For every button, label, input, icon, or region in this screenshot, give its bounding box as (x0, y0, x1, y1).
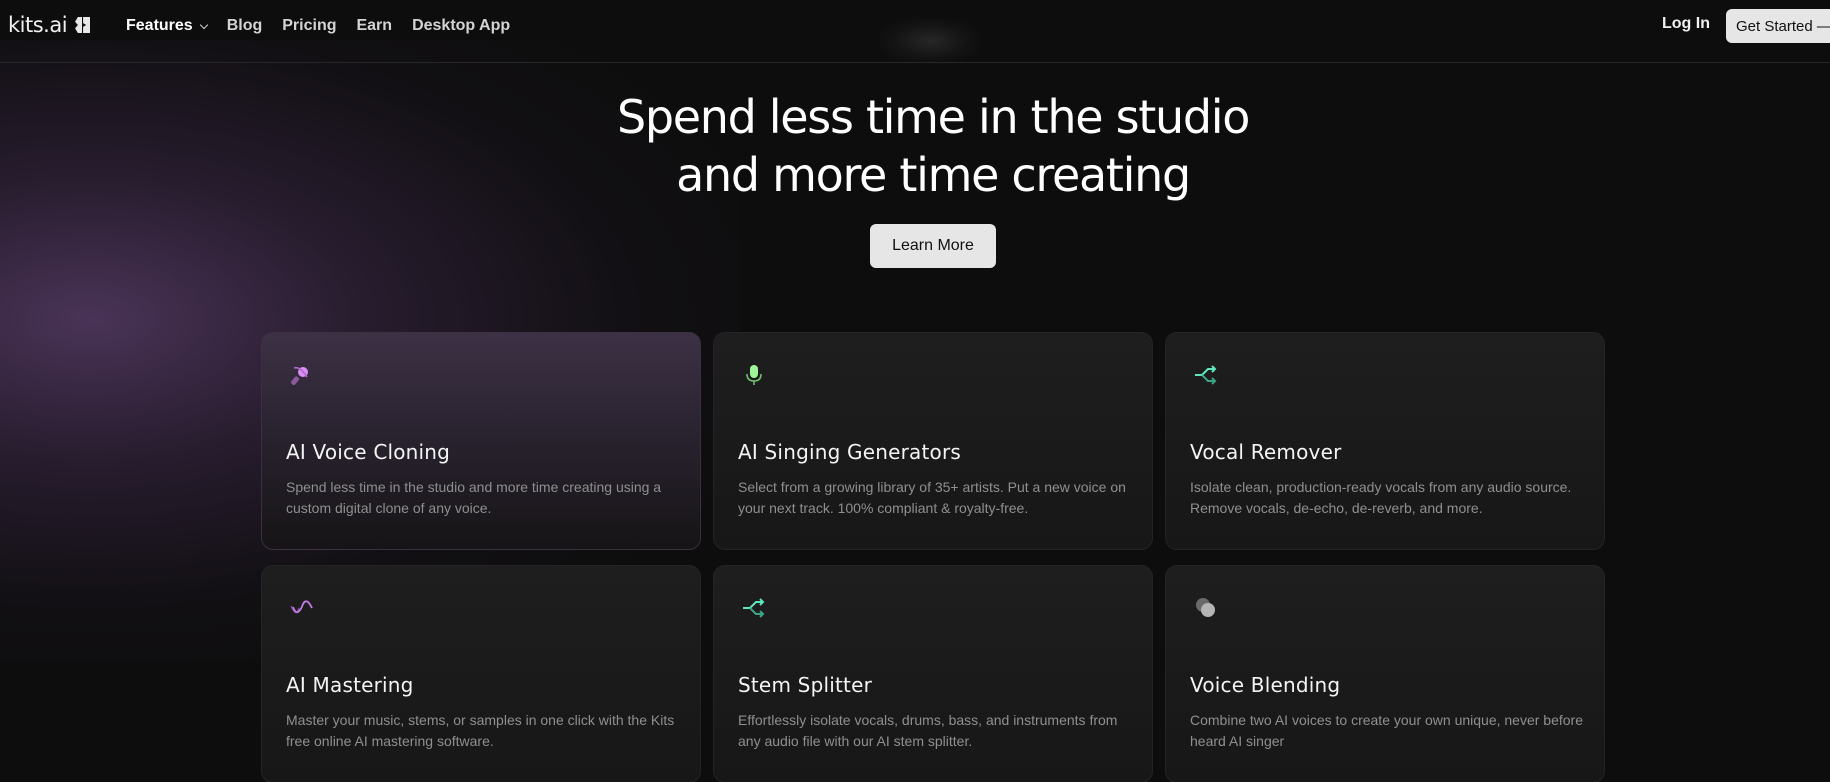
brand-name: kits.ai (8, 13, 68, 37)
split-arrows-icon (1195, 365, 1217, 385)
nav-desktop-app[interactable]: Desktop App (412, 17, 510, 35)
feature-title: Vocal Remover (1190, 440, 1342, 464)
feature-description: Master your music, stems, or samples in … (286, 712, 675, 749)
feature-description: Isolate clean, production-ready vocals f… (1190, 479, 1572, 516)
hero-title-line-2: and more time creating (676, 148, 1191, 202)
main-nav: Features Blog Pricing Earn Desktop App (126, 0, 510, 52)
chevron-down-icon (199, 20, 208, 29)
voice-clone-icon (291, 366, 308, 385)
feature-card-ai-singing-generators[interactable]: AI Singing Generators Select from a grow… (713, 332, 1153, 550)
kits-logo-icon (75, 17, 91, 33)
feature-description: Select from a growing library of 35+ art… (738, 479, 1126, 516)
feature-description: Effortlessly isolate vocals, drums, bass… (738, 712, 1118, 749)
feature-card-vocal-remover[interactable]: Vocal Remover Isolate clean, production-… (1165, 332, 1605, 550)
nav-blog[interactable]: Blog (227, 17, 263, 35)
nav-pricing[interactable]: Pricing (282, 17, 336, 35)
feature-title: AI Mastering (286, 673, 414, 697)
nav-features[interactable]: Features (126, 17, 208, 35)
login-link[interactable]: Log In (1662, 15, 1710, 33)
top-navigation: kits.ai Features Blog Pricing Earn Deskt… (0, 0, 1830, 63)
feature-card-voice-blending[interactable]: Voice Blending Combine two AI voices to … (1165, 565, 1605, 782)
hero-title: Spend less time in the studio and more t… (0, 88, 1830, 204)
feature-description: Combine two AI voices to create your own… (1190, 712, 1583, 749)
get-started-button[interactable]: Get Started — (1726, 9, 1830, 43)
feature-card-ai-voice-cloning[interactable]: AI Voice Cloning Spend less time in the … (261, 332, 701, 550)
brand-logo[interactable]: kits.ai (8, 13, 91, 37)
feature-title: AI Voice Cloning (286, 440, 451, 464)
feature-title: Voice Blending (1190, 673, 1341, 697)
hero-title-line-1: Spend less time in the studio (616, 90, 1250, 144)
blend-circles-icon (1196, 598, 1215, 617)
waveform-icon (290, 600, 313, 614)
feature-description: Spend less time in the studio and more t… (286, 479, 662, 516)
nav-earn[interactable]: Earn (356, 17, 392, 35)
split-arrows-icon (743, 598, 765, 618)
feature-title: Stem Splitter (738, 673, 872, 697)
microphone-icon (746, 365, 762, 385)
feature-card-ai-mastering[interactable]: AI Mastering Master your music, stems, o… (261, 565, 701, 782)
feature-title: AI Singing Generators (738, 440, 962, 464)
nav-features-label: Features (126, 17, 193, 34)
learn-more-button[interactable]: Learn More (870, 224, 996, 268)
feature-card-stem-splitter[interactable]: Stem Splitter Effortlessly isolate vocal… (713, 565, 1153, 782)
